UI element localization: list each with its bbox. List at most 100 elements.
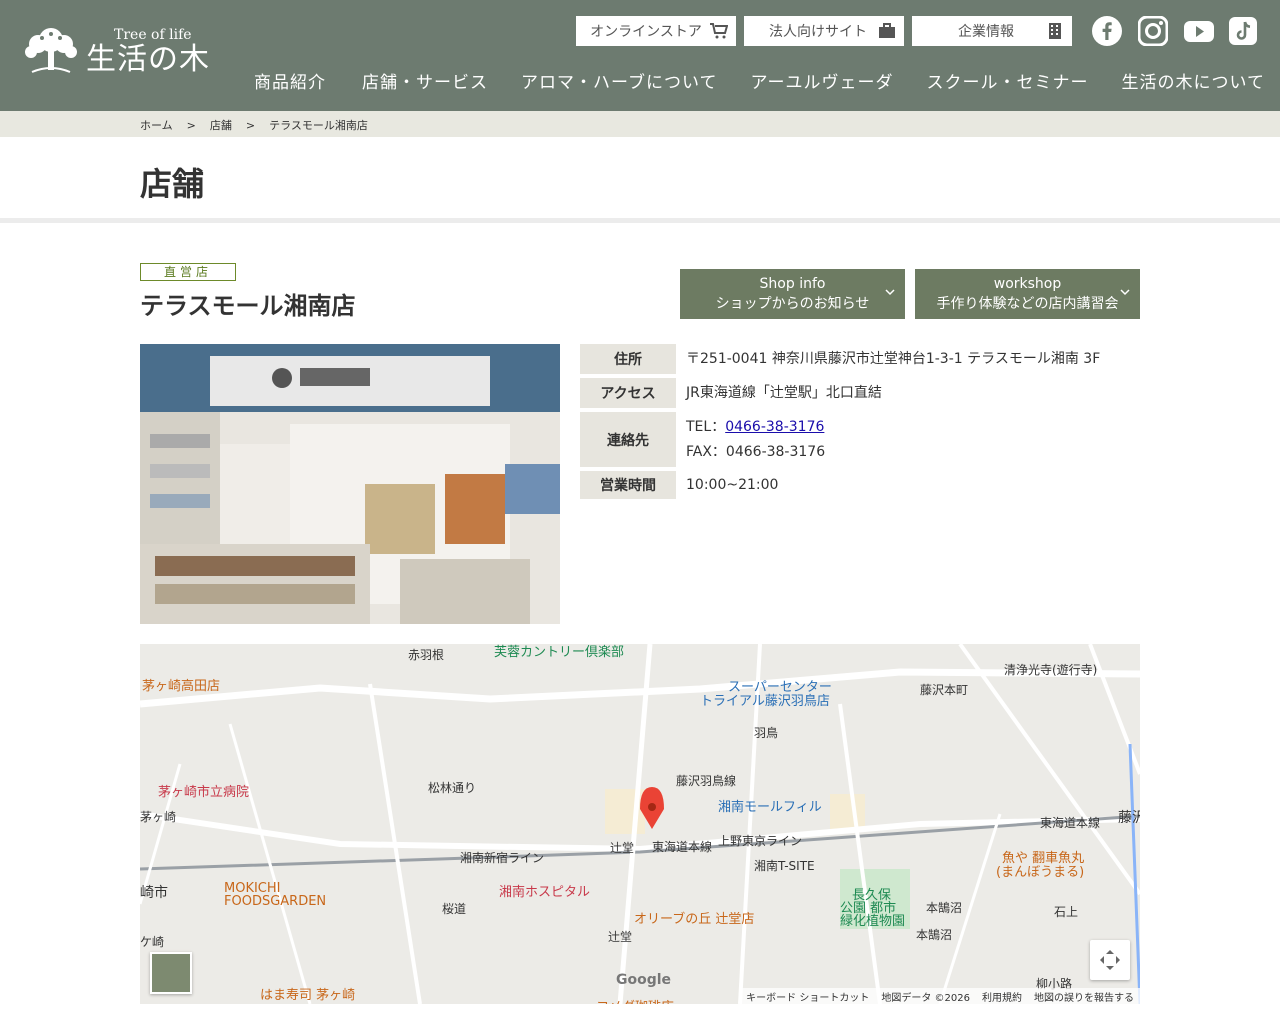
corporate-site-label: 法人向けサイト — [769, 24, 867, 40]
nav-about[interactable]: 生活の木について — [1121, 68, 1265, 93]
global-nav: 商品紹介 店舗・サービス アロマ・ハーブについて アーユルヴェーダ スクール・セ… — [254, 68, 1265, 93]
workshop-button[interactable]: workshop 手作り体験などの店内講習会 — [915, 269, 1140, 319]
workshop-title: workshop — [993, 276, 1062, 292]
fullscreen-button[interactable] — [1090, 940, 1130, 980]
map-label-kugenuma: 本鵠沼 — [926, 901, 963, 915]
breadcrumb-current: テラスモール湘南店 — [269, 119, 368, 132]
shop-photo — [140, 344, 560, 624]
map-label-kugenuma-station: 本鵠沼 — [916, 928, 953, 942]
instagram-icon[interactable] — [1138, 16, 1168, 46]
map-label-shonan-hospital: 湘南ホスピタル — [499, 885, 591, 900]
map-label-kesaki: ケ崎 — [140, 935, 165, 949]
briefcase-icon — [879, 23, 895, 38]
map-report-error[interactable]: 地図の誤りを報告する — [1034, 989, 1134, 1004]
breadcrumb: ホーム > 店舗 > テラスモール湘南店 — [140, 117, 368, 133]
map-label-moolfill: 湘南モールフィル — [718, 800, 822, 815]
access-row: アクセス JR東海道線「辻堂駅」北口直結 — [580, 378, 1140, 408]
tel-prefix: TEL： — [686, 418, 726, 435]
fullscreen-icon — [1100, 950, 1120, 970]
contact-row: 連絡先 TEL：0466-38-3176 FAX：0466-38-3176 — [580, 412, 1140, 467]
youtube-icon[interactable] — [1184, 16, 1214, 46]
building-icon — [1049, 23, 1061, 39]
shop-info-subtitle: ショップからのお知らせ — [715, 296, 870, 312]
map-label-fujisawahoncho: 藤沢本町 — [920, 683, 969, 697]
logo-japanese: 生活の木 — [86, 42, 210, 77]
map-label-hatori: 羽鳥 — [754, 726, 779, 740]
google-map[interactable]: 赤羽根 芙蓉カントリー倶楽部 茅ヶ崎高田店 スーパーセンター トライアル藤沢羽鳥… — [140, 644, 1140, 1004]
map-label-shonan-shinjuku: 湘南新宿ライン — [460, 851, 545, 865]
online-store-label: オンラインストア — [590, 24, 702, 40]
map-label-takada: 茅ヶ崎高田店 — [142, 679, 221, 694]
map-label-komeda: コメダ珈琲店 — [596, 996, 674, 1004]
map-label-fujisawa: 藤沢 — [1118, 810, 1140, 826]
map-label-hamazushi: はま寿司 茅ヶ崎 — [260, 988, 356, 1003]
corporate-site-button[interactable]: 法人向けサイト — [744, 16, 904, 46]
tree-logo-icon — [25, 28, 77, 73]
map-label-uoya-2: (まんぼうまる) — [996, 865, 1085, 880]
shop-info-table: 住所 〒251-0041 神奈川県藤沢市辻堂神台1-3-1 テラスモール湘南 3… — [580, 344, 1140, 503]
chevron-down-icon — [885, 289, 895, 296]
site-header: Tree of life 生活の木 オンラインストア 法人向けサイト 企業情報 … — [0, 0, 1280, 111]
page-title-band: 店舗 — [0, 137, 1280, 223]
map-label-tokaido: 東海道本線 — [652, 840, 713, 854]
tiktok-icon[interactable] — [1229, 16, 1257, 46]
online-store-button[interactable]: オンラインストア — [576, 16, 736, 46]
map-label-chigasaki-hospital: 茅ヶ崎市立病院 — [158, 785, 250, 800]
nav-shops-services[interactable]: 店舗・サービス — [362, 68, 488, 93]
company-info-label: 企業情報 — [958, 24, 1014, 40]
workshop-subtitle: 手作り体験などの店内講習会 — [936, 296, 1119, 312]
map-label-tsite: 湘南T-SITE — [754, 859, 815, 873]
nav-aroma-herb[interactable]: アロマ・ハーブについて — [521, 68, 717, 93]
address-value: 〒251-0041 神奈川県藤沢市辻堂神台1-3-1 テラスモール湘南 3F — [686, 350, 1101, 367]
company-info-button[interactable]: 企業情報 — [912, 16, 1072, 46]
google-logo: Google — [616, 972, 672, 988]
map-label-tokaido-honsen: 東海道本線 — [1040, 816, 1101, 830]
breadcrumb-home[interactable]: ホーム — [140, 117, 173, 133]
site-logo[interactable]: Tree of life 生活の木 — [22, 24, 210, 80]
map-label-tsujido-2: 辻堂 — [608, 930, 633, 944]
cart-icon — [710, 23, 728, 39]
map-label-country-club: 芙蓉カントリー倶楽部 — [494, 645, 625, 660]
fax-line: FAX：0466-38-3176 — [686, 443, 826, 460]
satellite-toggle-button[interactable] — [150, 952, 192, 994]
nav-products[interactable]: 商品紹介 — [254, 68, 326, 93]
shop-info-button[interactable]: Shop info ショップからのお知らせ — [680, 269, 905, 319]
logo-english: Tree of life — [114, 27, 192, 43]
hours-row: 営業時間 10:00~21:00 — [580, 471, 1140, 499]
nav-ayurveda[interactable]: アーユルヴェーダ — [750, 68, 893, 93]
map-label-ueno-tokyo: 上野東京ライン — [718, 834, 803, 848]
map-data-credit: 地図データ ©2026 — [881, 992, 970, 1004]
map-label-shojoko: 清浄光寺(遊行寺) — [1004, 663, 1098, 677]
tel-link[interactable]: 0466-38-3176 — [725, 419, 824, 435]
map-label-trial: トライアル藤沢羽鳥店 — [700, 694, 830, 709]
shop-info-title: Shop info — [759, 276, 826, 292]
access-value: JR東海道線「辻堂駅」北口直結 — [686, 384, 882, 401]
chevron-down-icon — [1120, 289, 1130, 296]
map-label-shorin: 松林通り — [428, 781, 477, 795]
map-label-sakuramichi: 桜道 — [442, 902, 467, 916]
breadcrumb-shops[interactable]: 店舗 — [210, 117, 232, 133]
breadcrumb-bar: ホーム > 店舗 > テラスモール湘南店 — [0, 111, 1280, 137]
contact-value: TEL：0466-38-3176 FAX：0466-38-3176 — [676, 412, 825, 467]
map-terms[interactable]: 利用規約 — [982, 989, 1022, 1004]
page-title: 店舗 — [140, 165, 205, 203]
facebook-icon[interactable] — [1092, 16, 1122, 46]
map-keyboard-shortcuts[interactable]: キーボード ショートカット — [746, 989, 869, 1004]
contact-label: 連絡先 — [580, 412, 676, 467]
address-label: 住所 — [580, 344, 676, 374]
map-label-akabane: 赤羽根 — [408, 648, 445, 662]
direct-store-badge: 直営店 — [140, 263, 236, 281]
map-label-chigasaki-city: 崎市 — [140, 885, 168, 901]
nav-school-seminar[interactable]: スクール・セミナー — [926, 68, 1088, 93]
breadcrumb-separator: > — [245, 118, 256, 132]
map-label-tsujido: 辻堂 — [610, 841, 635, 855]
map-label-foodsgarden: FOODSGARDEN — [224, 894, 327, 909]
map-footer: キーボード ショートカット 地図データ ©2026 利用規約 地図の誤りを報告す… — [740, 988, 1140, 1004]
map-label-chigasaki: 茅ヶ崎 — [140, 810, 177, 824]
map-label-nagakubo-3: 緑化植物園 — [840, 914, 906, 929]
map-roads — [140, 644, 1140, 1004]
access-label: アクセス — [580, 378, 676, 408]
map-label-hatori-line: 藤沢羽鳥線 — [676, 774, 737, 788]
tel-line: TEL：0466-38-3176 — [686, 415, 825, 440]
breadcrumb-separator: > — [186, 118, 196, 132]
